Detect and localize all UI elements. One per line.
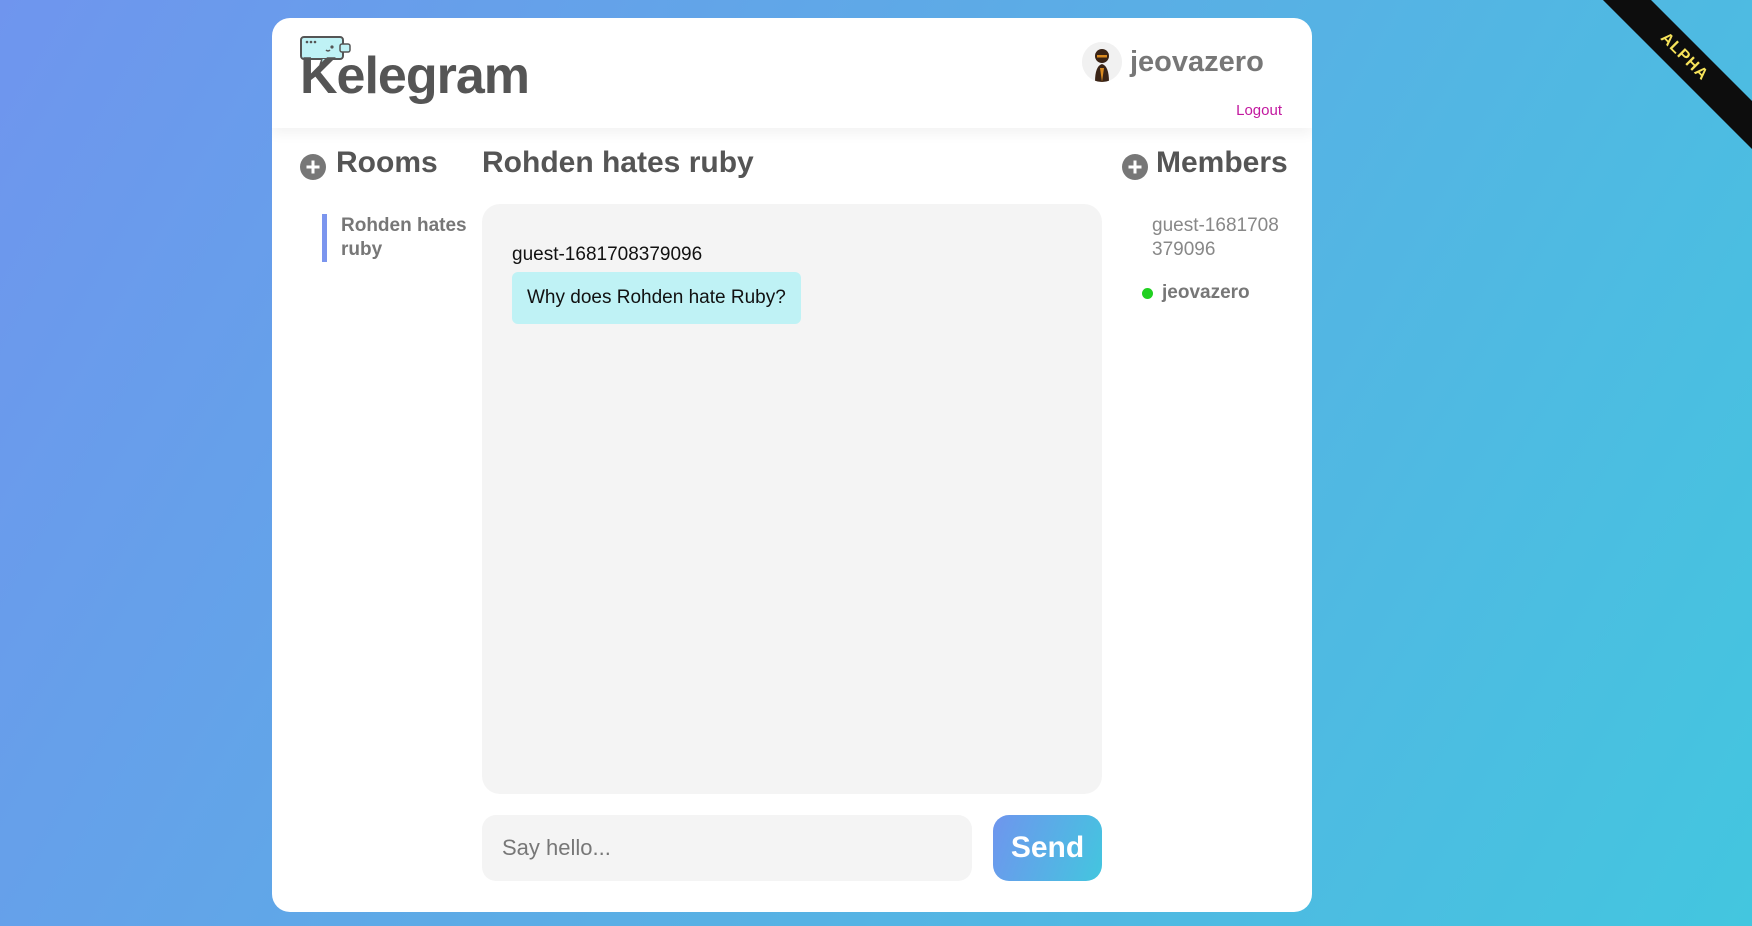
app-card: Kelegram jeovazero Logout Rooms Rohden h… xyxy=(272,18,1312,912)
alpha-ribbon: ALPHA xyxy=(1587,0,1752,154)
add-room-icon[interactable] xyxy=(300,154,326,180)
add-member-icon[interactable] xyxy=(1122,154,1148,180)
member-item-guest: guest-1681708379096 xyxy=(1152,215,1279,260)
alpha-ribbon-wrap: ALPHA xyxy=(1572,0,1752,180)
members-title: Members xyxy=(1156,146,1288,179)
message-input[interactable] xyxy=(482,815,972,881)
member-item-jeovazero: jeovazero xyxy=(1162,282,1250,303)
room-item-rohden-hates-ruby[interactable]: Rohden hates ruby xyxy=(322,214,471,262)
send-button[interactable]: Send xyxy=(993,815,1102,881)
user-avatar-icon xyxy=(1082,42,1122,82)
app-header: Kelegram jeovazero Logout xyxy=(272,18,1312,128)
online-status-dot xyxy=(1142,288,1153,299)
message-author: guest-1681708379096 xyxy=(512,244,703,265)
message-bubble: Why does Rohden hate Ruby? xyxy=(512,272,801,324)
chat-room-title: Rohden hates ruby xyxy=(482,146,754,179)
avatar[interactable] xyxy=(1082,42,1122,82)
app-logo[interactable]: Kelegram xyxy=(300,46,530,106)
message-list[interactable]: guest-1681708379096 Why does Rohden hate… xyxy=(482,204,1102,794)
username: jeovazero xyxy=(1130,46,1264,78)
logout-link[interactable]: Logout xyxy=(1236,102,1282,119)
rooms-title: Rooms xyxy=(336,146,438,179)
user-menu: jeovazero Logout xyxy=(1082,42,1282,119)
